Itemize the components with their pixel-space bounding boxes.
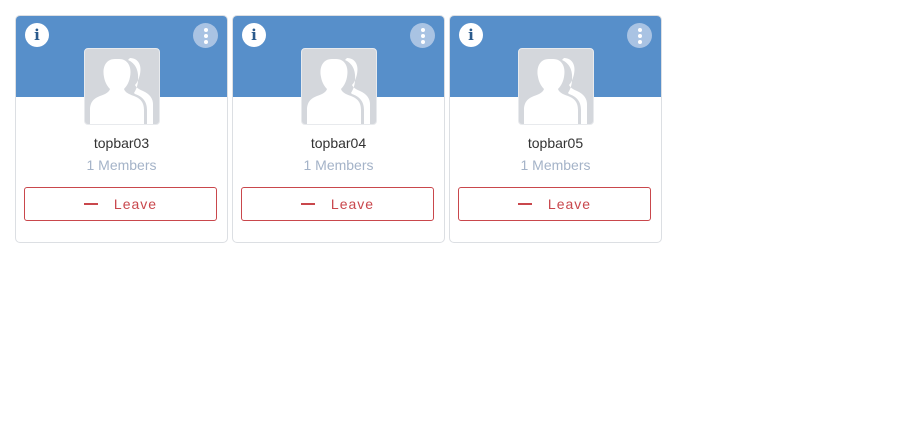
- minus-icon: [517, 203, 532, 205]
- avatar: [84, 48, 160, 125]
- leave-label: Leave: [547, 196, 592, 212]
- group-card: i topbar03 1 Members Leave: [15, 15, 228, 243]
- leave-button[interactable]: Leave: [241, 187, 434, 221]
- member-count: 1 Members: [86, 157, 157, 173]
- minus-icon: [300, 203, 315, 205]
- avatar: [518, 48, 594, 125]
- group-cards: i topbar03 1 Members Leave i topbar04 1 …: [15, 15, 662, 243]
- info-icon[interactable]: i: [459, 23, 483, 47]
- group-name: topbar04: [310, 135, 367, 151]
- more-options-icon[interactable]: [627, 23, 652, 48]
- group-card: i topbar05 1 Members Leave: [449, 15, 662, 243]
- info-icon[interactable]: i: [25, 23, 49, 47]
- group-card: i topbar04 1 Members Leave: [232, 15, 445, 243]
- info-icon[interactable]: i: [242, 23, 266, 47]
- more-options-icon[interactable]: [193, 23, 218, 48]
- leave-button[interactable]: Leave: [458, 187, 651, 221]
- minus-icon: [83, 203, 98, 205]
- leave-label: Leave: [330, 196, 375, 212]
- avatar: [301, 48, 377, 125]
- group-name: topbar03: [93, 135, 150, 151]
- member-count: 1 Members: [303, 157, 374, 173]
- member-count: 1 Members: [520, 157, 591, 173]
- group-name: topbar05: [527, 135, 584, 151]
- more-options-icon[interactable]: [410, 23, 435, 48]
- leave-label: Leave: [113, 196, 158, 212]
- leave-button[interactable]: Leave: [24, 187, 217, 221]
